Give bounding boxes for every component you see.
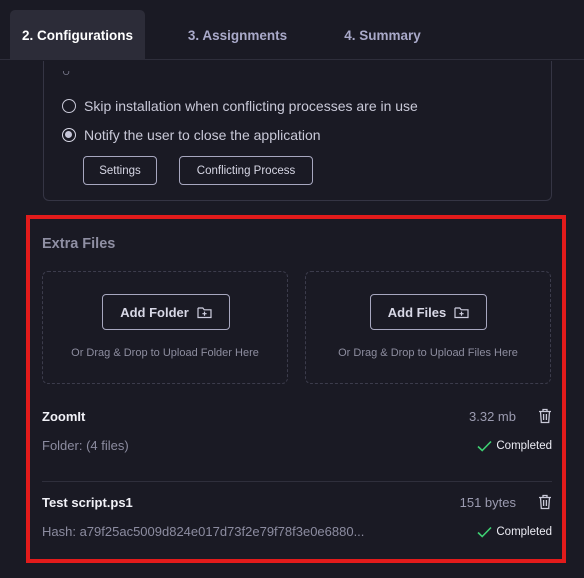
tab-configurations[interactable]: 2. Configurations [10,10,145,60]
status-completed: Completed [477,526,552,538]
trash-icon[interactable] [538,494,552,510]
tab-bar: 2. Configurations 3. Assignments 4. Summ… [0,0,584,60]
status-completed: Completed [477,440,552,452]
folder-drop-hint: Or Drag & Drop to Upload Folder Here [71,347,259,359]
conflicting-process-button[interactable]: Conflicting Process [179,156,313,185]
file-name: ZoomIt [42,409,86,424]
clipped-radio-icon: ○ [62,71,71,79]
add-files-button[interactable]: Add Files [370,294,487,330]
radio-label: Skip installation when conflicting proce… [84,98,418,114]
radio-button-checked-icon[interactable] [62,128,76,142]
radio-label: Notify the user to close the application [84,127,321,143]
settings-button[interactable]: Settings [83,156,157,185]
file-plus-icon [454,306,469,318]
file-meta: Hash: a79f25ac5009d824e017d73f2e79f78f3e… [42,524,365,539]
file-size: 151 bytes [459,495,516,510]
add-folder-label: Add Folder [120,304,189,320]
file-size: 3.32 mb [469,409,516,424]
folder-dropzone[interactable]: Add Folder Or Drag & Drop to Upload Fold… [42,271,288,384]
trash-icon[interactable] [538,408,552,424]
check-icon [477,440,492,452]
add-folder-button[interactable]: Add Folder [102,294,230,330]
status-label: Completed [496,440,552,452]
status-label: Completed [496,526,552,538]
files-dropzone[interactable]: Add Files Or Drag & Drop to Upload Files… [305,271,551,384]
divider [42,481,552,482]
folder-plus-icon [197,306,212,318]
file-meta: Folder: (4 files) [42,438,129,453]
radio-notify-user[interactable]: Notify the user to close the application [62,127,321,143]
radio-skip-installation[interactable]: Skip installation when conflicting proce… [62,98,418,114]
radio-button-icon[interactable] [62,99,76,113]
add-files-label: Add Files [387,304,447,320]
tab-assignments[interactable]: 3. Assignments [170,10,305,60]
file-list-item: Test script.ps1 151 bytes Hash: a79f25ac… [42,491,552,551]
extra-files-title: Extra Files [42,236,116,252]
file-name: Test script.ps1 [42,495,133,510]
tab-summary[interactable]: 4. Summary [320,10,445,60]
files-drop-hint: Or Drag & Drop to Upload Files Here [338,347,518,359]
file-list-item: ZoomIt 3.32 mb Folder: (4 files) Complet… [42,405,552,465]
check-icon [477,526,492,538]
clipped-option-row: ○ [62,71,322,79]
